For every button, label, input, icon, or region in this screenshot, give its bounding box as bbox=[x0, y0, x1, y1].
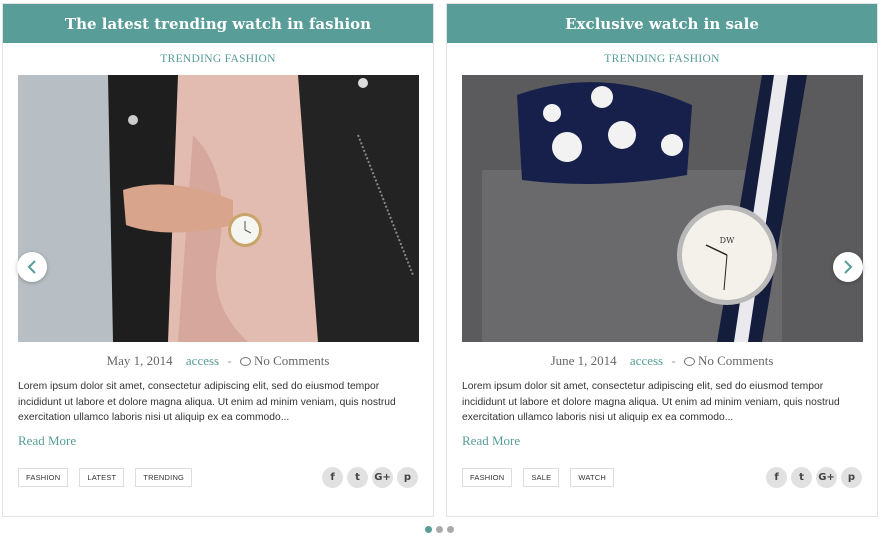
post-comments[interactable]: No Comments bbox=[698, 353, 773, 368]
chevron-left-icon bbox=[27, 260, 36, 274]
carousel-dot[interactable] bbox=[425, 526, 432, 533]
carousel-prev-button[interactable] bbox=[17, 252, 47, 282]
carousel-dot[interactable] bbox=[447, 526, 454, 533]
tag-fashion[interactable]: FASHION bbox=[462, 468, 513, 487]
post-author[interactable]: access bbox=[630, 353, 663, 368]
chevron-right-icon bbox=[844, 260, 853, 274]
post-category[interactable]: TRENDING FASHION bbox=[3, 53, 433, 69]
tag-latest[interactable]: LATEST bbox=[79, 468, 125, 487]
tag-trending[interactable]: TRENDING bbox=[135, 468, 193, 487]
tag-fashion[interactable]: FASHION bbox=[18, 468, 69, 487]
post-title[interactable]: Exclusive watch in sale bbox=[447, 4, 877, 43]
twitter-icon[interactable]: t bbox=[347, 467, 368, 488]
post-meta: June 1, 2014 access - No Comments bbox=[447, 353, 877, 369]
post-category[interactable]: TRENDING FASHION bbox=[447, 53, 877, 69]
post-title[interactable]: The latest trending watch in fashion bbox=[3, 4, 433, 43]
post-excerpt: Lorem ipsum dolor sit amet, consectetur … bbox=[18, 381, 396, 423]
google-plus-icon[interactable]: G+ bbox=[816, 467, 837, 488]
post-card: Exclusive watch in sale TRENDING FASHION… bbox=[446, 3, 878, 517]
comment-icon bbox=[683, 356, 695, 366]
carousel-dots bbox=[425, 526, 454, 533]
carousel-next-button[interactable] bbox=[833, 252, 863, 282]
post-author[interactable]: access bbox=[186, 353, 219, 368]
tag-watch[interactable]: WATCH bbox=[570, 468, 614, 487]
post-card: The latest trending watch in fashion TRE… bbox=[2, 3, 434, 517]
post-tags: FASHION LATEST TRENDING bbox=[18, 468, 193, 487]
pinterest-icon[interactable]: p bbox=[397, 467, 418, 488]
post-image[interactable] bbox=[18, 75, 419, 342]
read-more-link[interactable]: Read More bbox=[18, 433, 76, 449]
post-comments[interactable]: No Comments bbox=[254, 353, 329, 368]
facebook-icon[interactable]: f bbox=[322, 467, 343, 488]
post-tags: FASHION SALE WATCH bbox=[462, 468, 614, 487]
facebook-icon[interactable]: f bbox=[766, 467, 787, 488]
meta-separator: - bbox=[227, 353, 232, 368]
read-more-link[interactable]: Read More bbox=[462, 433, 520, 449]
carousel-dot[interactable] bbox=[436, 526, 443, 533]
share-buttons: f t G+ p bbox=[322, 467, 418, 488]
post-date[interactable]: May 1, 2014 bbox=[107, 353, 173, 368]
svg-text:DW: DW bbox=[720, 236, 735, 245]
google-plus-icon[interactable]: G+ bbox=[372, 467, 393, 488]
post-date[interactable]: June 1, 2014 bbox=[551, 353, 617, 368]
twitter-icon[interactable]: t bbox=[791, 467, 812, 488]
watch-on-wrist-photo bbox=[18, 75, 419, 342]
watch-in-pocket-photo: DW bbox=[462, 75, 863, 342]
post-excerpt: Lorem ipsum dolor sit amet, consectetur … bbox=[462, 381, 840, 423]
meta-separator: - bbox=[671, 353, 676, 368]
post-image[interactable]: DW bbox=[462, 75, 863, 342]
share-buttons: f t G+ p bbox=[766, 467, 862, 488]
tag-sale[interactable]: SALE bbox=[523, 468, 560, 487]
pinterest-icon[interactable]: p bbox=[841, 467, 862, 488]
post-meta: May 1, 2014 access - No Comments bbox=[3, 353, 433, 369]
comment-icon bbox=[239, 356, 251, 366]
